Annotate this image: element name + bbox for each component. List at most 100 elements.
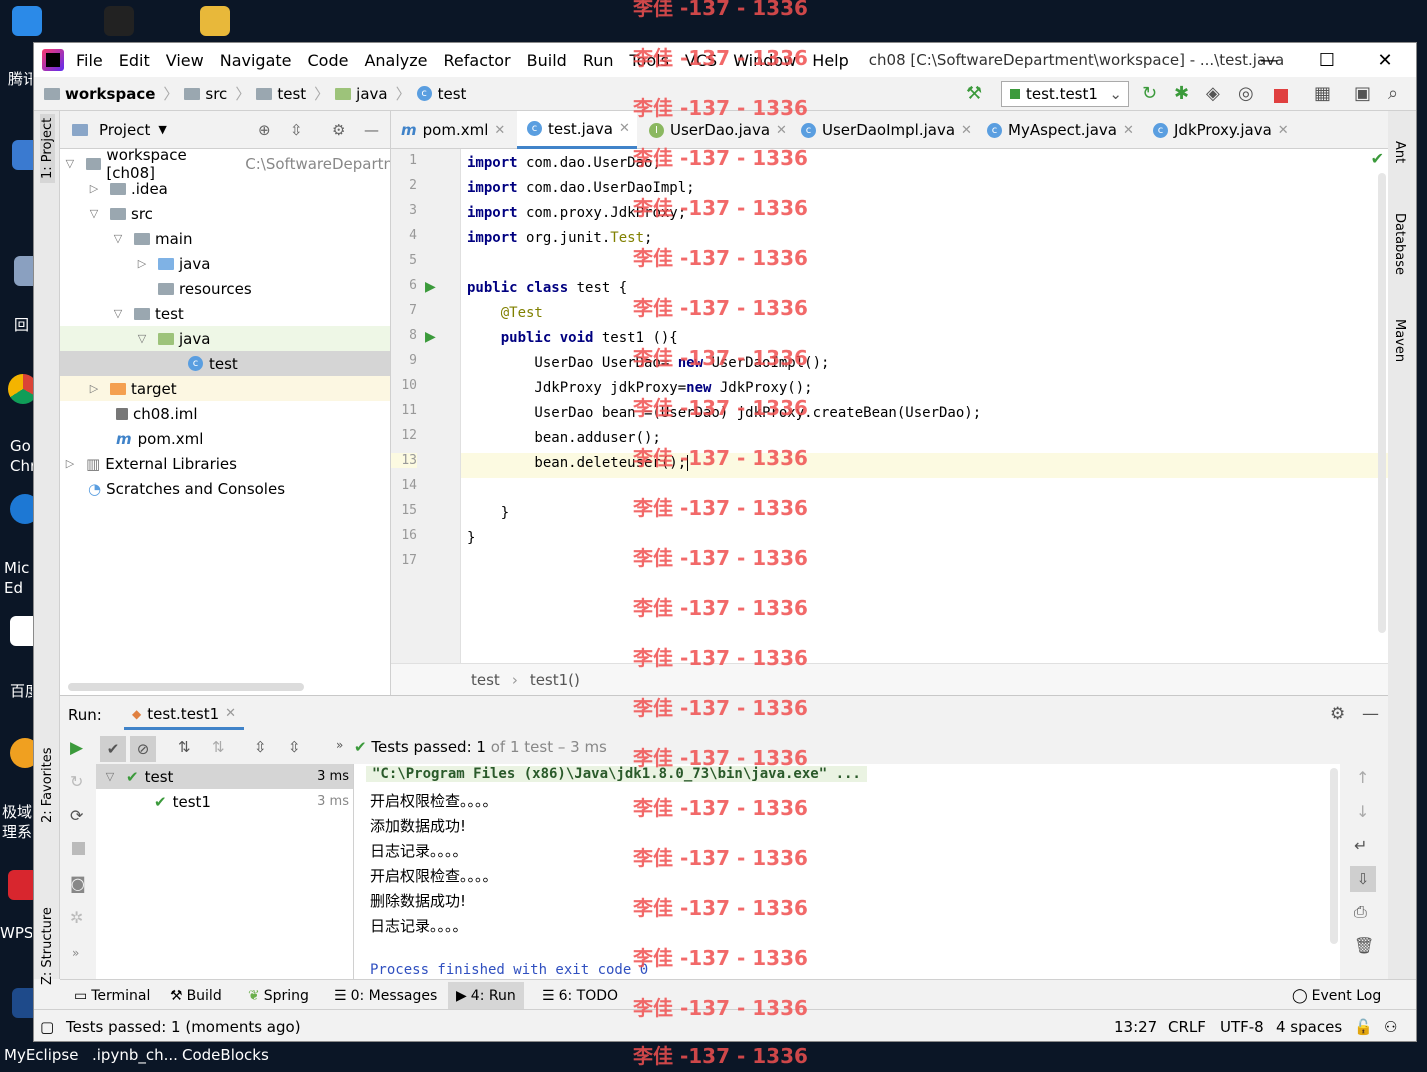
close-tab-icon[interactable]: ✕ xyxy=(1278,123,1289,138)
breadcrumb-test-class[interactable]: c test xyxy=(416,85,466,103)
menu-file[interactable]: File xyxy=(76,51,103,70)
indent-setting[interactable]: 4 spaces xyxy=(1276,1018,1342,1036)
tool-tab-spring[interactable]: ❦ Spring xyxy=(248,988,309,1004)
gear-icon[interactable]: ⚙ xyxy=(1330,704,1345,724)
profile-icon[interactable]: ◎ xyxy=(1238,83,1256,104)
menu-refactor[interactable]: Refactor xyxy=(444,51,511,70)
chevron-down-icon[interactable]: ▼ xyxy=(158,123,166,136)
status-panel-toggle-icon[interactable]: ▢ xyxy=(40,1018,54,1036)
structure-tool-tab[interactable]: Z: Structure xyxy=(40,907,55,985)
tab-jdkproxy-java[interactable]: c JdkProxy.java ✕ xyxy=(1143,111,1293,149)
close-tab-icon[interactable]: ✕ xyxy=(494,123,505,138)
run-test-method-icon[interactable]: ▶ xyxy=(425,329,436,345)
trash-icon[interactable]: 🗑 xyxy=(1354,936,1374,955)
close-tab-icon[interactable]: ✕ xyxy=(1123,123,1134,138)
desktop-label[interactable]: Go Chr xyxy=(10,436,36,476)
search-icon[interactable]: ⌕ xyxy=(1388,83,1406,104)
menu-navigate[interactable]: Navigate xyxy=(220,51,292,70)
hide-panel-icon[interactable]: — xyxy=(1362,704,1379,724)
soft-wrap-icon[interactable]: ↵ xyxy=(1354,836,1367,855)
breadcrumb-test[interactable]: test xyxy=(256,85,306,103)
breadcrumb-method[interactable]: test1() xyxy=(530,671,580,689)
sort-duration-icon[interactable]: ⇅ xyxy=(212,738,225,756)
file-encoding[interactable]: UTF-8 xyxy=(1220,1018,1264,1036)
test-suite-row[interactable]: ▽ ✔ test 3 ms xyxy=(96,764,353,789)
menu-window[interactable]: Window xyxy=(733,51,796,70)
collapse-all-icon[interactable]: ⇳ xyxy=(288,738,301,756)
menu-tools[interactable]: Tools xyxy=(630,51,669,70)
tree-item-src[interactable]: ▽ src xyxy=(60,201,390,226)
arrow-up-icon[interactable]: ↑ xyxy=(1356,768,1369,787)
console-vertical-scrollbar[interactable] xyxy=(1330,768,1338,944)
breadcrumb-workspace[interactable]: workspace xyxy=(44,85,155,103)
ant-tool-tab[interactable]: Ant xyxy=(1392,141,1407,163)
qq-app-icon[interactable] xyxy=(12,6,42,36)
toggle-auto-test-icon[interactable]: ⟳ xyxy=(70,806,83,825)
close-tab-icon[interactable]: ✕ xyxy=(619,121,630,136)
tree-item-target[interactable]: ▷ target xyxy=(60,376,390,401)
tool-tab-todo[interactable]: ☰ 6: TODO xyxy=(542,988,618,1004)
status-message[interactable]: Tests passed: 1 (moments ago) xyxy=(66,1018,301,1036)
chevron-right-icon[interactable]: ▷ xyxy=(136,257,148,270)
menu-help[interactable]: Help xyxy=(812,51,848,70)
breadcrumb-java[interactable]: java xyxy=(335,85,388,103)
menu-edit[interactable]: Edit xyxy=(119,51,150,70)
chevron-right-icon[interactable]: ▷ xyxy=(88,382,100,395)
more-icon[interactable]: » xyxy=(72,946,79,960)
chevron-right-icon[interactable]: ▷ xyxy=(64,457,76,470)
line-separator[interactable]: CRLF xyxy=(1168,1018,1206,1036)
menu-code[interactable]: Code xyxy=(308,51,349,70)
breadcrumb-src[interactable]: src xyxy=(184,85,227,103)
desktop-label[interactable]: CodeBlocks xyxy=(182,1046,269,1064)
breadcrumb-class[interactable]: test xyxy=(471,671,500,689)
hammer-build-icon[interactable]: ⚒ xyxy=(966,83,984,104)
code-editor[interactable]: import com.dao.UserDao; import com.dao.U… xyxy=(461,149,1388,663)
tree-item-main[interactable]: ▽ main xyxy=(60,226,390,251)
tab-pom-xml[interactable]: m pom.xml ✕ xyxy=(391,111,517,149)
tab-userdao-java[interactable]: I UserDao.java ✕ xyxy=(639,111,791,149)
show-passed-icon[interactable]: ✔ xyxy=(100,736,126,762)
console-output[interactable]: "C:\Program Files (x86)\Java\jdk1.8.0_73… xyxy=(354,764,1340,980)
desktop-label[interactable]: .ipynb_ch... xyxy=(92,1046,178,1064)
scroll-to-end-icon[interactable]: ⇩ xyxy=(1350,866,1376,892)
tree-item-test-java[interactable]: ▽ java xyxy=(60,326,390,351)
close-tab-icon[interactable]: ✕ xyxy=(225,706,236,721)
tree-item-external-libraries[interactable]: ▷ ▥ External Libraries xyxy=(60,451,390,476)
project-structure-icon[interactable]: ▦ xyxy=(1314,83,1332,104)
run-configuration-select[interactable]: test.test1 ⌄ xyxy=(1001,81,1129,107)
database-tool-tab[interactable]: Database xyxy=(1392,213,1407,275)
menu-view[interactable]: View xyxy=(166,51,204,70)
project-view-select[interactable]: Project xyxy=(99,121,150,139)
debug-icon[interactable]: ✱ xyxy=(1174,83,1192,104)
run-test-class-icon[interactable]: ▶ xyxy=(425,279,436,295)
tool-tab-build[interactable]: ⚒ Build xyxy=(170,988,222,1004)
desktop-label[interactable]: 腾讯 xyxy=(8,68,32,89)
event-log-button[interactable]: ◯ Event Log xyxy=(1292,988,1381,1004)
desktop-label[interactable]: WPS xyxy=(0,924,32,942)
caret-position[interactable]: 13:27 xyxy=(1114,1018,1157,1036)
coverage-icon[interactable]: ◈ xyxy=(1206,83,1224,104)
tree-item-test-class[interactable]: c test xyxy=(60,351,390,376)
locate-icon[interactable]: ⊕ xyxy=(258,121,271,139)
chevron-down-icon[interactable]: ▽ xyxy=(64,157,76,170)
tree-item-test[interactable]: ▽ test xyxy=(60,301,390,326)
tab-myaspect-java[interactable]: c MyAspect.java ✕ xyxy=(977,111,1143,149)
lock-icon[interactable]: 🔓 xyxy=(1354,1018,1373,1036)
print-icon[interactable]: ⎙ xyxy=(1354,902,1367,922)
menu-build[interactable]: Build xyxy=(527,51,567,70)
tree-item-idea[interactable]: ▷ .idea xyxy=(60,176,390,201)
hide-panel-icon[interactable]: — xyxy=(364,121,379,139)
menu-run[interactable]: Run xyxy=(583,51,614,70)
tree-item-resources[interactable]: resources xyxy=(60,276,390,301)
settings-icon[interactable]: ✲ xyxy=(70,908,83,927)
rerun-icon[interactable]: ▶ xyxy=(70,738,83,758)
more-icon[interactable]: » xyxy=(336,738,343,752)
mail-app-icon[interactable] xyxy=(200,6,230,36)
show-ignored-icon[interactable]: ⊘ xyxy=(130,736,156,762)
maven-tool-tab[interactable]: Maven xyxy=(1392,319,1407,362)
intellij-app-icon[interactable] xyxy=(104,6,134,36)
run-tab[interactable]: ◆ test.test1 ✕ xyxy=(124,700,245,730)
camera-icon[interactable]: ◙ xyxy=(70,874,86,893)
tree-item-main-java[interactable]: ▷ java xyxy=(60,251,390,276)
tree-item-iml[interactable]: ch08.iml xyxy=(60,401,390,426)
